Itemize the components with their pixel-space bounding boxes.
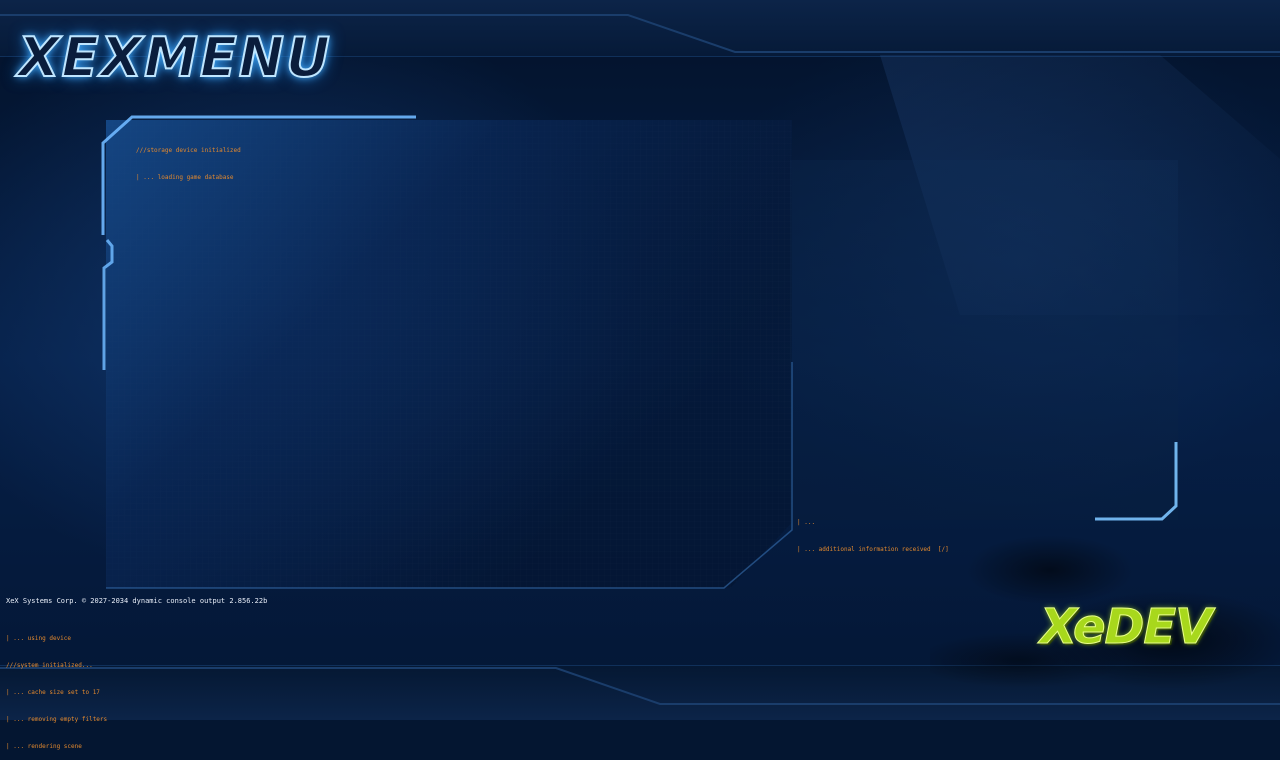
system-log: | ... using device ///system initialized… — [6, 616, 107, 760]
log-line: | ... additional information received [/… — [797, 546, 949, 553]
log-line: | ... rendering scene — [6, 743, 82, 750]
log-line: | ... — [797, 519, 816, 526]
copyright-text: XeX Systems Corp. © 2027-2034 dynamic co… — [6, 597, 268, 605]
log-line: | ... cache size set to 17 — [6, 689, 100, 696]
log-line: | ... loading game database — [136, 174, 234, 181]
info-log: | ... | ... additional information recei… — [797, 500, 949, 563]
log-line: | ... using device — [6, 635, 72, 642]
storage-log: ///storage device initialized | ... load… — [136, 128, 241, 191]
xedev-logo: XeDEV — [1039, 599, 1212, 655]
log-line: ///storage device initialized — [136, 147, 241, 154]
log-line: ///system initialized... — [6, 662, 93, 669]
